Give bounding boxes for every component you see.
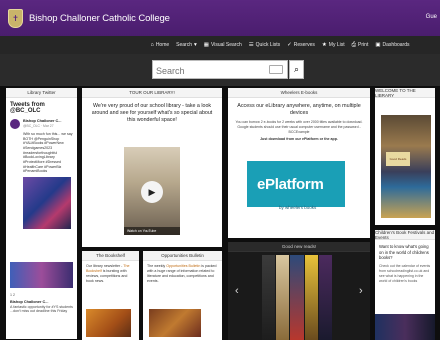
list-icon: ☰ bbox=[248, 42, 254, 48]
search-input[interactable] bbox=[153, 62, 263, 80]
tour-description: We're very proud of our school library -… bbox=[91, 103, 213, 124]
check-icon: ✓ bbox=[287, 42, 292, 48]
nav-reserves[interactable]: ✓ Reserves bbox=[287, 42, 315, 48]
tweet-author-name: Bishop Challoner C... bbox=[23, 119, 62, 123]
nav-my-list[interactable]: ★ My List bbox=[322, 42, 345, 48]
site-header: ✝ Bishop Challoner Catholic College Gue bbox=[0, 0, 440, 36]
book-cover[interactable] bbox=[318, 255, 333, 340]
opportunities-panel: Opportunities Bulletin The weekly Opport… bbox=[143, 251, 222, 340]
carousel-prev-icon[interactable]: ‹ bbox=[235, 285, 239, 297]
opportunities-panel-header: Opportunities Bulletin bbox=[143, 251, 222, 261]
tweet-actions[interactable]: 1 2 bbox=[10, 293, 15, 297]
bookshelf-panel: The Bookshelf Our library newsletter - T… bbox=[82, 251, 139, 340]
good-reads-carousel: Good new reads! ‹ › bbox=[228, 242, 370, 340]
tweet-text-2: Bishop Challoner C... A fantastic opport… bbox=[10, 300, 73, 314]
search-band: ⌕ bbox=[0, 54, 440, 86]
library-photo[interactable] bbox=[381, 115, 431, 218]
home-icon: ⌂ bbox=[150, 42, 154, 48]
guest-login[interactable]: Gue bbox=[426, 14, 437, 20]
opportunities-cover-image[interactable] bbox=[149, 309, 201, 337]
eplatform-logo-subtext: by wheelers books bbox=[279, 205, 317, 210]
nav-dashboards[interactable]: ▣ Dashboards bbox=[375, 42, 409, 48]
bookshelf-text: Our library newsletter - The Bookshelf i… bbox=[86, 264, 130, 284]
bookshelf-panel-header: The Bookshelf bbox=[82, 251, 139, 261]
childrens-events-header: Children's Book Festivals and Events bbox=[375, 230, 435, 240]
book-cover[interactable] bbox=[262, 255, 276, 340]
tour-video[interactable]: ▶ Watch on YouTube bbox=[124, 147, 180, 235]
eplatform-logo-text: ePlatform bbox=[257, 175, 324, 193]
site-title[interactable]: Bishop Challoner Catholic College bbox=[29, 13, 170, 24]
book-cover[interactable] bbox=[304, 255, 318, 340]
tweet-text: With so much fun this... we say BOTH @Pe… bbox=[23, 132, 73, 174]
nav-visual-search[interactable]: ▦ Visual Search bbox=[204, 42, 242, 48]
wheelers-panel-header: Wheelers E-books bbox=[228, 88, 370, 98]
keyboard-icon[interactable] bbox=[269, 65, 283, 74]
star-icon: ★ bbox=[321, 42, 327, 48]
video-caption[interactable]: Watch on YouTube bbox=[124, 227, 180, 235]
tweet-body-2: A fantastic opportunity for #YS students… bbox=[10, 304, 73, 314]
search-button[interactable]: ⌕ bbox=[289, 60, 304, 79]
nav-quick-lists[interactable]: ☰ Quick Lists bbox=[249, 42, 280, 48]
childrens-events-text: Check out the calendar of events from sc… bbox=[379, 264, 431, 283]
bookshelf-cover-image[interactable] bbox=[86, 309, 131, 337]
book-cover[interactable] bbox=[276, 255, 290, 340]
opportunities-link[interactable]: Opportunities Bulletin bbox=[166, 264, 200, 268]
wheelers-panel: Wheelers E-books Access our eLibrary any… bbox=[228, 88, 370, 238]
carousel-next-icon[interactable]: › bbox=[359, 285, 363, 297]
library-sign: Good Reads bbox=[386, 152, 410, 166]
library-homepage: ✝ Bishop Challoner Catholic College Gue … bbox=[0, 0, 440, 340]
wheelers-instructions: Just download from our ePlatform or the … bbox=[260, 136, 338, 141]
dashboard-icon: ▣ bbox=[375, 42, 381, 48]
wheelers-details: You can borrow 2 e-books for 2 weeks wit… bbox=[235, 120, 363, 134]
tweet-author-handle: @BC_OLC · Mar 27 bbox=[23, 123, 54, 128]
twitter-panel: Library Twitter Tweets from @BC_OLC Bish… bbox=[6, 88, 77, 339]
search-icon: ⌕ bbox=[293, 64, 300, 74]
childrens-events-lead: Want to know what's going on in the worl… bbox=[379, 244, 429, 261]
eplatform-logo[interactable]: ePlatform bbox=[247, 161, 345, 207]
nav-home[interactable]: ⌂ Home bbox=[150, 42, 169, 48]
tour-panel: TOUR OUR LIBRARY! We're very proud of ou… bbox=[82, 88, 222, 247]
book-cover[interactable] bbox=[290, 255, 304, 340]
childrens-events-image[interactable] bbox=[375, 314, 435, 340]
nav-search[interactable]: Search ▾ bbox=[176, 42, 197, 48]
welcome-panel: WELCOME TO THE LIBRARY Good Reads bbox=[375, 88, 435, 225]
college-crest-logo[interactable]: ✝ bbox=[8, 8, 23, 28]
main-nav: ⌂ Home Search ▾ ▦ Visual Search ☰ Quick List… bbox=[0, 36, 440, 54]
twitter-feed-title[interactable]: Tweets from @BC_OLC bbox=[6, 98, 77, 116]
wheelers-intro: Access our eLibrary anywhere, anytime, o… bbox=[237, 103, 361, 117]
avatar bbox=[10, 119, 20, 129]
book-covers bbox=[262, 255, 333, 340]
tweet-image-2[interactable] bbox=[10, 262, 73, 288]
tour-panel-header: TOUR OUR LIBRARY! bbox=[82, 88, 222, 98]
good-reads-header: Good new reads! bbox=[228, 242, 370, 252]
caret-icon: ▾ bbox=[194, 42, 197, 48]
print-icon: ⎙ bbox=[351, 41, 357, 48]
content-area: Library Twitter Tweets from @BC_OLC Bish… bbox=[0, 86, 440, 340]
welcome-panel-header: WELCOME TO THE LIBRARY bbox=[375, 88, 435, 98]
search-box bbox=[152, 60, 288, 80]
childrens-events-panel: Children's Book Festivals and Events Wan… bbox=[375, 230, 435, 340]
play-icon[interactable]: ▶ bbox=[141, 181, 163, 203]
grid-icon: ▦ bbox=[203, 42, 209, 48]
tweet-author[interactable]: Bishop Challoner C... @BC_OLC · Mar 27 bbox=[6, 116, 77, 132]
opportunities-text: The weekly Opportunities Bulletin is pac… bbox=[147, 264, 217, 284]
nav-print[interactable]: ⎙ Print bbox=[352, 42, 369, 49]
twitter-panel-header: Library Twitter bbox=[6, 88, 77, 98]
tweet-image[interactable] bbox=[23, 177, 71, 230]
